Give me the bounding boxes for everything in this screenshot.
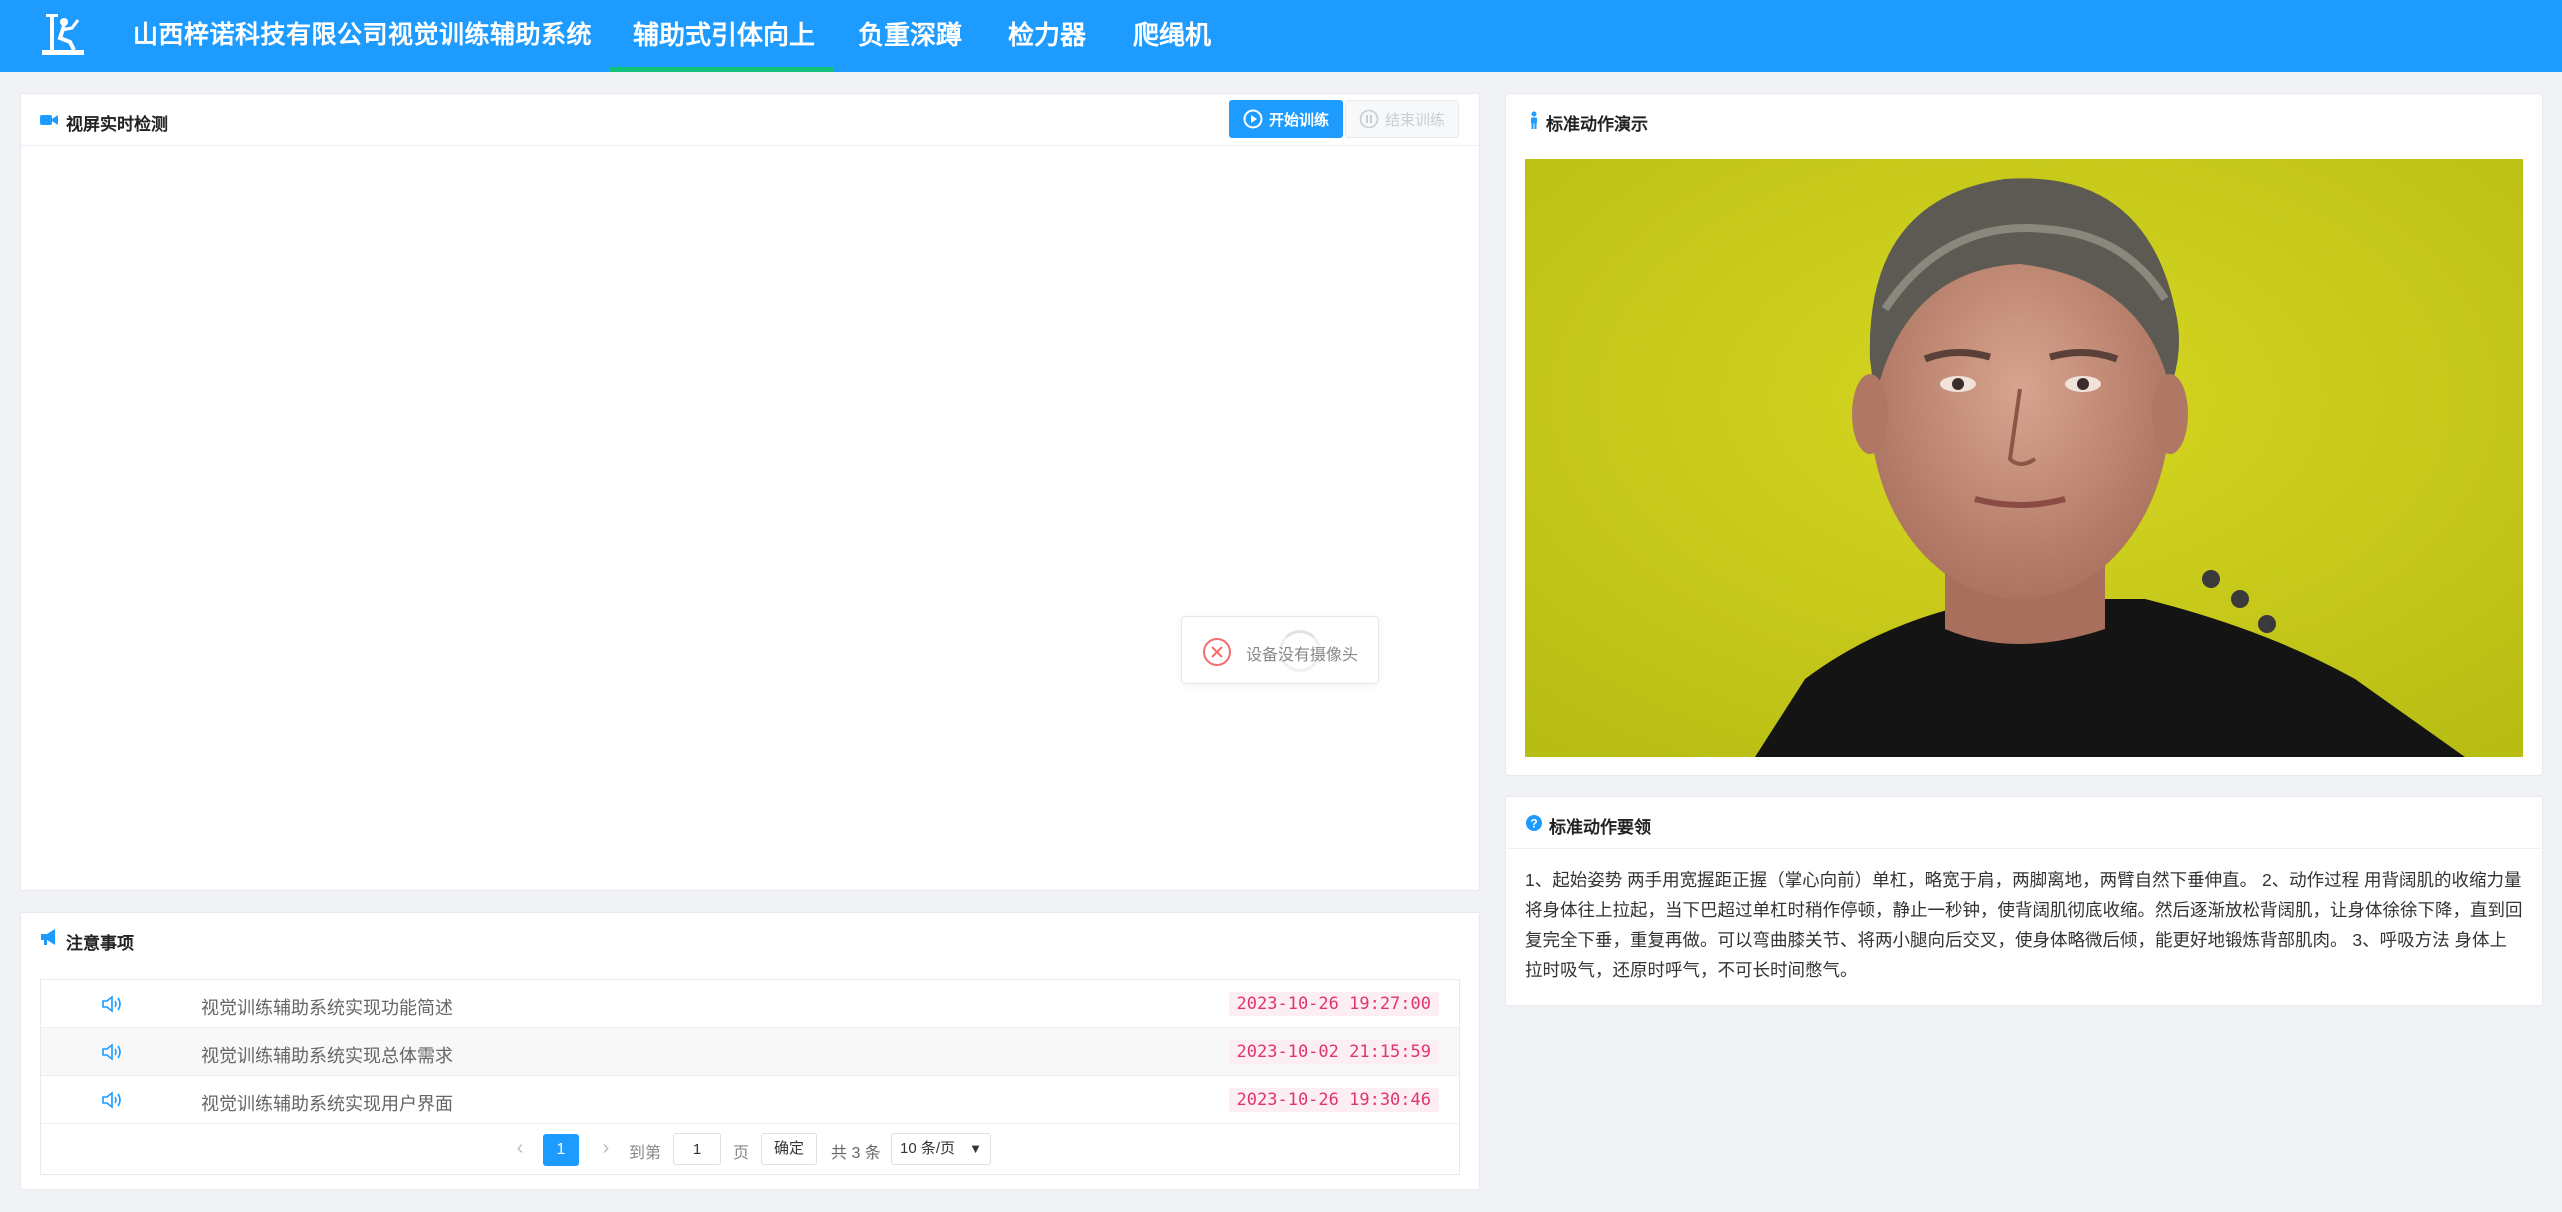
notice-title[interactable]: 视觉训练辅助系统实现总体需求 [201,1042,453,1068]
page-unit-label: 页 [733,1145,750,1162]
notice-date: 2023-10-26 19:27:00 [1228,992,1439,1016]
notice-date: 2023-10-26 19:30:46 [1228,1088,1439,1112]
toast-message: 设备没有摄像头 [1246,647,1359,664]
table-row[interactable]: 视觉训练辅助系统实现总体需求 2023-10-02 21:15:59 [41,1028,1459,1076]
pagination: ‹ 1 › 到第 页 确定 共 3 条 10 条/页 ▼ [41,1124,1459,1174]
camera-panel: 视屏实时检测 [20,93,1480,891]
start-training-button[interactable]: 开始训练 [1229,100,1343,138]
tips-panel-title: 标准动作要领 [1549,818,1651,837]
goto-page-input[interactable] [673,1133,721,1165]
question-circle-icon: ? [1526,815,1542,831]
demo-video-frame [1525,159,2523,757]
speaker-icon[interactable] [101,1090,123,1110]
play-circle-icon [1243,109,1263,129]
total-count: 共 3 条 [831,1145,881,1162]
start-training-label: 开始训练 [1268,111,1329,129]
megaphone-icon [41,929,55,945]
tab-weighted-squat[interactable]: 负重深蹲 [858,0,962,72]
table-row[interactable]: 视觉训练辅助系统实现用户界面 2023-10-26 19:30:46 [41,1076,1459,1124]
person-icon [1531,111,1537,129]
speaker-icon[interactable] [101,994,123,1014]
page-size-select[interactable]: 10 条/页 ▼ [891,1133,991,1165]
tips-panel-header: ? 标准动作要领 [1506,797,2542,849]
chevron-right-icon[interactable]: › [595,1137,617,1161]
chevron-left-icon[interactable]: ‹ [509,1137,531,1161]
tips-content: 1、起始姿势 两手用宽握距正握（掌心向前）单杠，略宽于肩，两脚离地，两臂自然下垂… [1525,870,2523,980]
tab-rope-climber[interactable]: 爬绳机 [1133,0,1211,72]
demo-panel-header: 标准动作演示 [1506,94,2542,146]
goto-label: 到第 [629,1145,662,1162]
page-size-value: 10 条/页 [900,1140,956,1157]
notice-table: 视觉训练辅助系统实现功能简述 2023-10-26 19:27:00 视觉训练辅… [40,979,1460,1175]
notice-date: 2023-10-02 21:15:59 [1228,1040,1439,1064]
notice-panel-header: 注意事项 [21,913,1479,965]
notice-panel-title: 注意事项 [66,934,134,953]
notice-title[interactable]: 视觉训练辅助系统实现功能简述 [201,994,453,1020]
table-row[interactable]: 视觉训练辅助系统实现功能简述 2023-10-26 19:27:00 [41,980,1459,1028]
stop-training-button[interactable]: 结束训练 [1345,100,1459,138]
demo-video[interactable] [1525,159,2523,757]
page-button-current[interactable]: 1 [543,1134,579,1166]
confirm-page-button[interactable]: 确定 [761,1133,817,1165]
error-circle-icon [1203,638,1231,666]
camera-panel-title: 视屏实时检测 [66,115,168,134]
stop-training-label: 结束训练 [1384,111,1445,129]
notice-title[interactable]: 视觉训练辅助系统实现用户界面 [201,1090,453,1116]
app-title: 山西梓诺科技有限公司视觉训练辅助系统 [133,21,593,49]
top-navigation-bar: 山西梓诺科技有限公司视觉训练辅助系统 辅助式引体向上 负重深蹲 检力器 爬绳机 [0,0,2562,72]
speaker-icon[interactable] [101,1042,123,1062]
no-camera-toast: 设备没有摄像头 [1181,616,1379,684]
pause-circle-icon [1359,109,1379,129]
demo-panel-title: 标准动作演示 [1546,115,1648,134]
svg-text:?: ? [1530,817,1537,831]
chevron-down-icon: ▼ [969,1141,982,1156]
active-tab-indicator [609,67,834,72]
tab-force-tester[interactable]: 检力器 [1008,0,1086,72]
fitness-machine-icon[interactable] [40,12,86,58]
tab-assisted-pull-up[interactable]: 辅助式引体向上 [633,0,815,72]
video-camera-icon [40,115,58,125]
